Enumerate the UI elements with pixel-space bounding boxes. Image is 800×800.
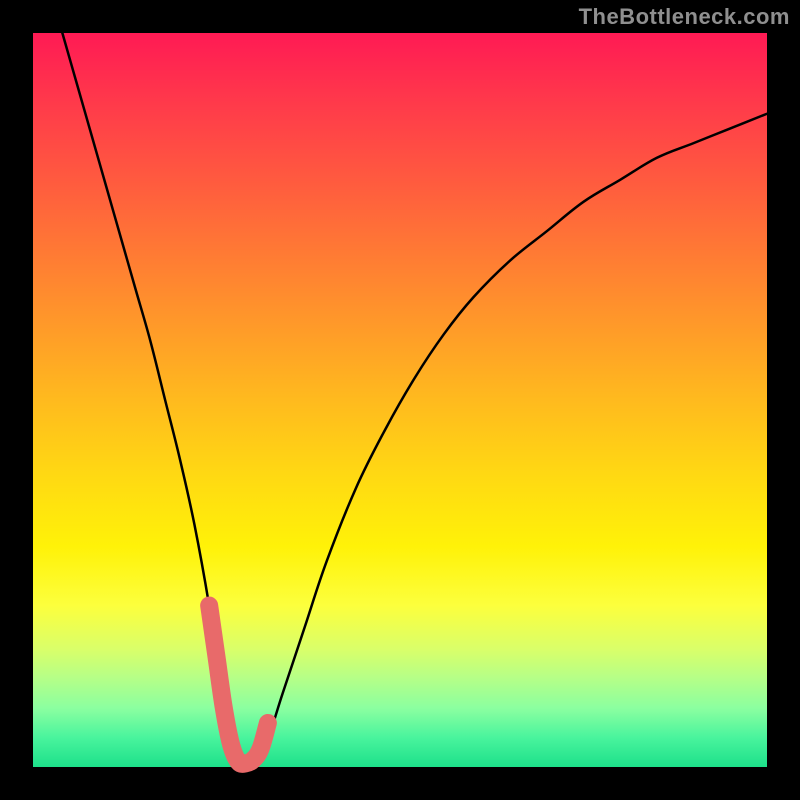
watermark-text: TheBottleneck.com	[579, 4, 790, 30]
sweet-spot-highlight	[209, 606, 268, 764]
bottleneck-curve	[62, 33, 767, 764]
outer-frame: TheBottleneck.com	[0, 0, 800, 800]
curve-svg	[33, 33, 767, 767]
